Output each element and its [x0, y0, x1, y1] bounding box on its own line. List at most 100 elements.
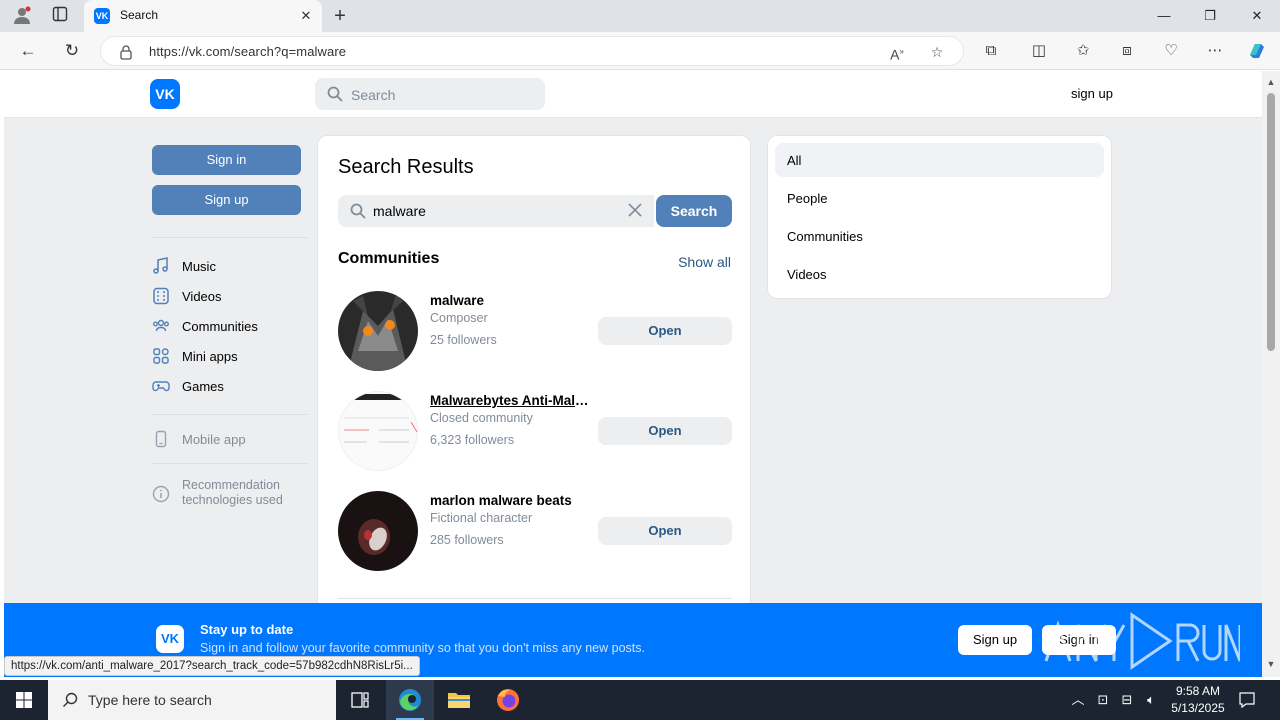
community-avatar[interactable] — [338, 391, 418, 471]
new-tab-icon[interactable]: + — [330, 6, 350, 26]
filter-videos[interactable]: Videos — [775, 257, 1104, 291]
page-viewport: VK Search sign up Sign in Sign up Music … — [4, 71, 1262, 677]
volume-icon[interactable]: 🔈︎ — [1142, 691, 1160, 709]
header-search-input[interactable]: Search — [315, 78, 545, 110]
profile-icon[interactable] — [12, 6, 32, 26]
lock-icon[interactable] — [119, 44, 133, 60]
tray-device-icon[interactable]: ⊡ — [1094, 691, 1112, 709]
split-screen-icon[interactable]: ◫ — [1028, 41, 1050, 61]
sidebar-item-music[interactable]: Music — [152, 255, 312, 277]
people-icon — [153, 319, 169, 332]
file-explorer-icon[interactable] — [435, 680, 483, 720]
filter-all[interactable]: All — [775, 143, 1104, 177]
close-tab-icon[interactable]: ✕ — [296, 6, 316, 26]
search-query-input[interactable]: malware — [338, 195, 654, 227]
sign-in-button[interactable]: Sign in — [152, 145, 301, 175]
header-signup-link[interactable]: sign up — [1071, 86, 1113, 101]
windows-start-icon[interactable] — [0, 680, 48, 720]
copilot-icon[interactable] — [1246, 41, 1268, 61]
section-divider — [338, 598, 732, 599]
filter-communities[interactable]: Communities — [775, 219, 1104, 253]
sidebar-item-mini-apps[interactable]: Mini apps — [152, 345, 312, 367]
read-aloud-icon[interactable]: A» — [887, 42, 907, 63]
sidebar-item-label: Videos — [182, 289, 222, 304]
communities-heading: Communities — [338, 250, 440, 267]
sidebar-item-label: Games — [182, 379, 224, 394]
back-arrow-icon[interactable]: ← — [16, 40, 40, 62]
scroll-up-icon[interactable]: ▲ — [1266, 77, 1276, 87]
community-followers: 285 followers — [430, 533, 504, 547]
community-avatar[interactable] — [338, 491, 418, 571]
sidebar-item-label: Mini apps — [182, 349, 238, 364]
favorite-star-icon[interactable]: ☆ — [927, 42, 947, 62]
open-button[interactable]: Open — [598, 317, 732, 345]
browser-essentials-icon[interactable]: ♡ — [1160, 41, 1182, 61]
community-name[interactable]: malware — [430, 293, 590, 308]
edge-browser-icon[interactable] — [386, 680, 434, 720]
page-title: Search Results — [338, 156, 474, 178]
firefox-icon[interactable] — [484, 680, 532, 720]
open-button[interactable]: Open — [598, 517, 732, 545]
community-item: malware Composer 25 followers Open — [338, 291, 732, 371]
sidebar-item-mobile-app[interactable]: Mobile app — [152, 428, 312, 450]
music-note-icon — [153, 257, 168, 274]
banner-text: Sign in and follow your favorite communi… — [200, 641, 645, 655]
filter-label: Videos — [787, 267, 827, 282]
tab-title: Search — [120, 8, 159, 22]
filter-people[interactable]: People — [775, 181, 1104, 215]
url-text[interactable]: https://vk.com/search?q=malware — [149, 44, 346, 59]
open-button[interactable]: Open — [598, 417, 732, 445]
sidebar-item-games[interactable]: Games — [152, 375, 312, 397]
tab-actions-icon[interactable] — [50, 6, 70, 26]
vk-favicon-icon: VK — [94, 8, 110, 24]
more-menu-icon[interactable]: ⋯ — [1204, 41, 1226, 61]
extensions-icon[interactable]: ⧉ — [980, 41, 1002, 61]
scroll-down-icon[interactable]: ▼ — [1266, 659, 1276, 669]
filter-label: Communities — [787, 229, 863, 244]
recommendation-label: Recommendation technologies used — [182, 478, 283, 507]
filter-card: All People Communities Videos — [767, 135, 1112, 299]
left-divider — [152, 414, 309, 415]
search-query-text[interactable]: malware — [373, 203, 426, 219]
minimize-icon[interactable]: — — [1144, 4, 1184, 28]
browser-tab-bar: VK Search ✕ + — ❐ ✕ — [0, 0, 1280, 32]
community-name[interactable]: marlon malware beats — [430, 493, 590, 508]
sidebar-item-communities[interactable]: Communities — [152, 315, 312, 337]
task-view-icon[interactable] — [336, 680, 384, 720]
taskbar-search-input[interactable]: Type here to search — [48, 680, 336, 720]
community-category: Composer — [430, 311, 488, 325]
banner-sign-up-button[interactable]: Sign up — [958, 625, 1032, 655]
community-name[interactable]: Malwarebytes Anti-Malware — [430, 393, 590, 408]
windows-taskbar: Type here to search ︿ ⊡ ⊟ 🔈︎ 9:58 AM 5/1… — [0, 680, 1280, 720]
community-avatar[interactable] — [338, 291, 418, 371]
tray-chevron-icon[interactable]: ︿ — [1069, 691, 1087, 709]
sidebar-item-label: Music — [182, 259, 216, 274]
left-divider — [152, 463, 309, 464]
address-bar[interactable]: https://vk.com/search?q=malware A» ☆ — [100, 36, 964, 66]
vk-logo[interactable]: VK — [150, 79, 180, 109]
refresh-icon[interactable]: ↻ — [60, 40, 84, 62]
scroll-thumb[interactable] — [1267, 93, 1275, 351]
page-scrollbar[interactable]: ▲ ▼ — [1262, 71, 1280, 677]
collections-icon[interactable]: ⧈ — [1116, 41, 1138, 61]
community-followers: 25 followers — [430, 333, 497, 347]
restore-icon[interactable]: ❐ — [1190, 4, 1230, 28]
search-button[interactable]: Search — [656, 195, 732, 227]
clock-date[interactable]: 5/13/2025 — [1165, 701, 1231, 715]
favorites-icon[interactable]: ✩ — [1072, 41, 1094, 61]
close-window-icon[interactable]: ✕ — [1237, 4, 1277, 28]
search-icon — [63, 692, 78, 707]
sidebar-item-videos[interactable]: Videos — [152, 285, 312, 307]
filter-label: All — [787, 153, 802, 168]
recommendation-technologies-link[interactable]: Recommendation technologies used — [152, 477, 312, 511]
notification-icon[interactable] — [1238, 691, 1256, 709]
anyrun-watermark-logo — [1044, 612, 1240, 670]
sign-up-button[interactable]: Sign up — [152, 185, 301, 215]
network-icon[interactable]: ⊟ — [1118, 691, 1136, 709]
clock-time[interactable]: 9:58 AM — [1165, 684, 1231, 698]
show-all-link[interactable]: Show all — [678, 254, 731, 270]
sidebar-item-label: Mobile app — [182, 432, 246, 447]
tab-search[interactable]: VK Search ✕ — [84, 0, 322, 32]
grid-icon — [153, 348, 169, 364]
clear-icon[interactable] — [626, 201, 644, 219]
